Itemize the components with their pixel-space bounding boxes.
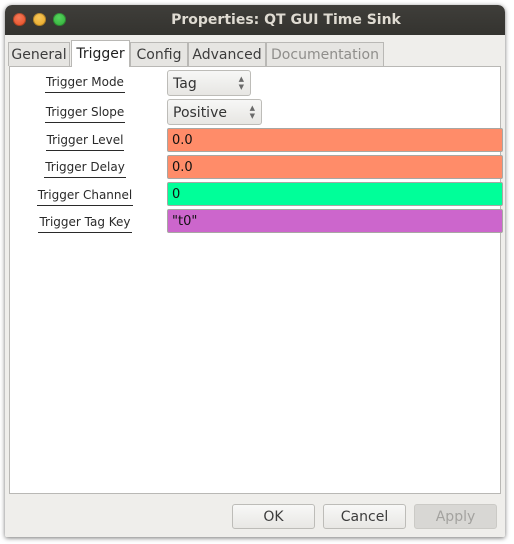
tab-documentation[interactable]: Documentation (266, 42, 384, 66)
maximize-window-button[interactable] (53, 13, 66, 26)
up-down-arrows-icon: ▲ ▼ (238, 75, 244, 91)
trigger-slope-combo[interactable]: Positive ▲ ▼ (167, 99, 262, 125)
trigger-tag-key-label-text: Trigger Tag Key (38, 215, 132, 233)
trigger-mode-label-text: Trigger Mode (45, 75, 125, 93)
trigger-delay-input[interactable]: 0.0 (167, 155, 503, 179)
trigger-params-panel: Trigger Mode Tag ▲ ▼ Trigger Slope Positi… (9, 66, 503, 494)
tab-advanced[interactable]: Advanced (188, 42, 266, 66)
up-down-arrows-icon: ▲ ▼ (249, 104, 255, 120)
apply-button[interactable]: Apply (414, 504, 497, 529)
tab-trigger[interactable]: Trigger (71, 40, 130, 67)
trigger-tag-key-input[interactable]: "t0" (167, 209, 503, 233)
trigger-level-input[interactable]: 0.0 (167, 128, 503, 152)
trigger-mode-label: Trigger Mode (10, 75, 160, 93)
minimize-window-button[interactable] (33, 13, 46, 26)
trigger-channel-input[interactable]: 0 (167, 182, 503, 206)
properties-dialog: Properties: QT GUI Time Sink General Tri… (5, 5, 505, 537)
tab-general[interactable]: General (8, 42, 70, 66)
close-window-button[interactable] (13, 13, 26, 26)
tab-config[interactable]: Config (130, 42, 188, 66)
window-title: Properties: QT GUI Time Sink (171, 12, 401, 28)
trigger-slope-label-text: Trigger Slope (44, 105, 126, 123)
trigger-channel-label-text: Trigger Channel (36, 188, 134, 206)
trigger-mode-value: Tag (173, 76, 197, 92)
trigger-delay-label: Trigger Delay (10, 160, 160, 178)
trigger-slope-value: Positive (173, 105, 227, 121)
title-bar[interactable]: Properties: QT GUI Time Sink (5, 5, 505, 35)
trigger-level-label-text: Trigger Level (45, 133, 125, 151)
trigger-level-label: Trigger Level (10, 133, 160, 151)
dialog-button-bar: OK Cancel Apply (5, 495, 505, 537)
trigger-channel-label: Trigger Channel (10, 188, 160, 206)
trigger-mode-combo[interactable]: Tag ▲ ▼ (167, 70, 251, 96)
trigger-delay-label-text: Trigger Delay (44, 160, 126, 178)
trigger-slope-label: Trigger Slope (10, 105, 160, 123)
trigger-tag-key-label: Trigger Tag Key (10, 215, 160, 233)
cancel-button[interactable]: Cancel (323, 504, 406, 529)
ok-button[interactable]: OK (232, 504, 315, 529)
